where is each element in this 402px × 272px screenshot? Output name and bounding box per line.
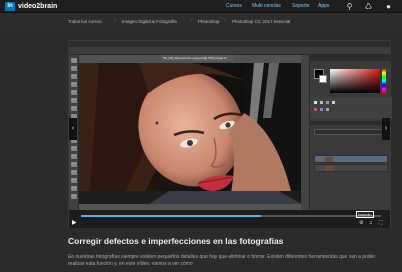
- photoshop-panels: [309, 55, 392, 210]
- hue-slider[interactable]: [382, 69, 386, 93]
- adjustment-hue-icon[interactable]: [314, 108, 317, 111]
- zoom-tool-icon: [71, 194, 77, 199]
- layer-thumbnail: [325, 157, 333, 162]
- layer-row-active[interactable]: [314, 155, 388, 163]
- video-title: Corregir defectos e imperfecciones en la…: [68, 236, 284, 246]
- adjustment-balance-icon[interactable]: [320, 108, 323, 111]
- gradient-tool-icon: [71, 146, 77, 151]
- brand-name[interactable]: video2brain: [18, 2, 57, 11]
- panel-icon-strip: [301, 55, 309, 210]
- background-color-swatch[interactable]: [319, 75, 327, 83]
- adjustment-levels-icon[interactable]: [320, 101, 323, 104]
- previous-video-arrow-icon[interactable]: ‹: [69, 118, 77, 140]
- video-player[interactable]: SK_DB_Retouch-IGL-copy.psd@ 50% (Capa 0): [68, 40, 392, 228]
- move-tool-icon: [71, 58, 77, 63]
- type-tool-icon: [71, 178, 77, 183]
- layer-row[interactable]: [314, 164, 388, 172]
- search-icon[interactable]: ⚲: [345, 2, 354, 11]
- cart-icon[interactable]: ♺: [364, 2, 373, 11]
- user-icon[interactable]: ●: [384, 2, 393, 11]
- adjustment-curves-icon[interactable]: [326, 101, 329, 104]
- photoshop-options-bar: [69, 47, 390, 55]
- breadcrumb-category[interactable]: Imagen Digital & Fotografía: [122, 18, 177, 25]
- adjustment-brightness-icon[interactable]: [314, 101, 317, 104]
- crop-tool-icon: [71, 90, 77, 95]
- nav-apps-link[interactable]: Apps: [318, 2, 329, 11]
- nav-cursos-link[interactable]: Cursos: [226, 2, 242, 11]
- chevron-right-icon: ›: [190, 18, 192, 24]
- video-controls: ▶ linkedin ⚙ ♫ ⛶: [69, 210, 390, 228]
- eyedropper-tool-icon: [71, 98, 77, 103]
- volume-icon[interactable]: ♫: [369, 220, 373, 226]
- adjustment-bw-icon[interactable]: [326, 108, 329, 111]
- marquee-tool-icon: [71, 66, 77, 71]
- nav-multi-link[interactable]: Multi cenclas: [252, 2, 281, 11]
- fullscreen-icon[interactable]: ⛶: [379, 220, 383, 226]
- breadcrumb-course[interactable]: Photoshop CC 2017 esencial: [232, 18, 290, 25]
- pen-tool-icon: [71, 170, 77, 175]
- settings-icon[interactable]: ⚙: [359, 220, 363, 226]
- wand-tool-icon: [71, 82, 77, 87]
- adjustments-panel: [310, 97, 392, 119]
- layer-filter-input[interactable]: [314, 129, 388, 135]
- adjustment-exposure-icon[interactable]: [332, 101, 335, 104]
- play-icon[interactable]: ▶: [72, 219, 77, 226]
- breadcrumb-photoshop[interactable]: Photoshop: [198, 18, 220, 25]
- portrait-photo: [79, 63, 301, 204]
- layer-thumbnail: [325, 166, 333, 171]
- layers-panel-header: [310, 121, 392, 125]
- breadcrumb-all-courses[interactable]: Todos los cursos: [68, 18, 102, 25]
- color-picker-field[interactable]: [330, 69, 380, 93]
- lasso-tool-icon: [71, 74, 77, 79]
- top-navigation-bar: in video2brain Cursos Multi cenclas Sopo…: [0, 0, 402, 13]
- panel-tabs: [310, 55, 392, 61]
- video-progress-bar[interactable]: [81, 215, 381, 217]
- next-video-arrow-icon[interactable]: ›: [382, 118, 390, 140]
- watermark-logo: linkedin: [356, 211, 374, 218]
- video-description: En nuestras fotografías siempre existen …: [68, 254, 376, 267]
- chevron-right-icon: ›: [114, 18, 116, 24]
- video-progress-fill: [81, 215, 261, 217]
- document-tab[interactable]: SK_DB_Retouch-IGL-copy.psd@ 50% (Capa 0): [161, 55, 233, 61]
- linkedin-logo-icon[interactable]: in: [5, 2, 15, 11]
- blur-tool-icon: [71, 154, 77, 159]
- nav-soporte-link[interactable]: Soporte: [292, 2, 310, 11]
- dodge-tool-icon: [71, 162, 77, 167]
- hand-tool-icon: [71, 186, 77, 191]
- chevron-right-icon: ›: [224, 18, 226, 24]
- breadcrumb: Todos los cursos › Imagen Digital & Foto…: [0, 13, 402, 31]
- healing-brush-tool-icon: [71, 106, 77, 111]
